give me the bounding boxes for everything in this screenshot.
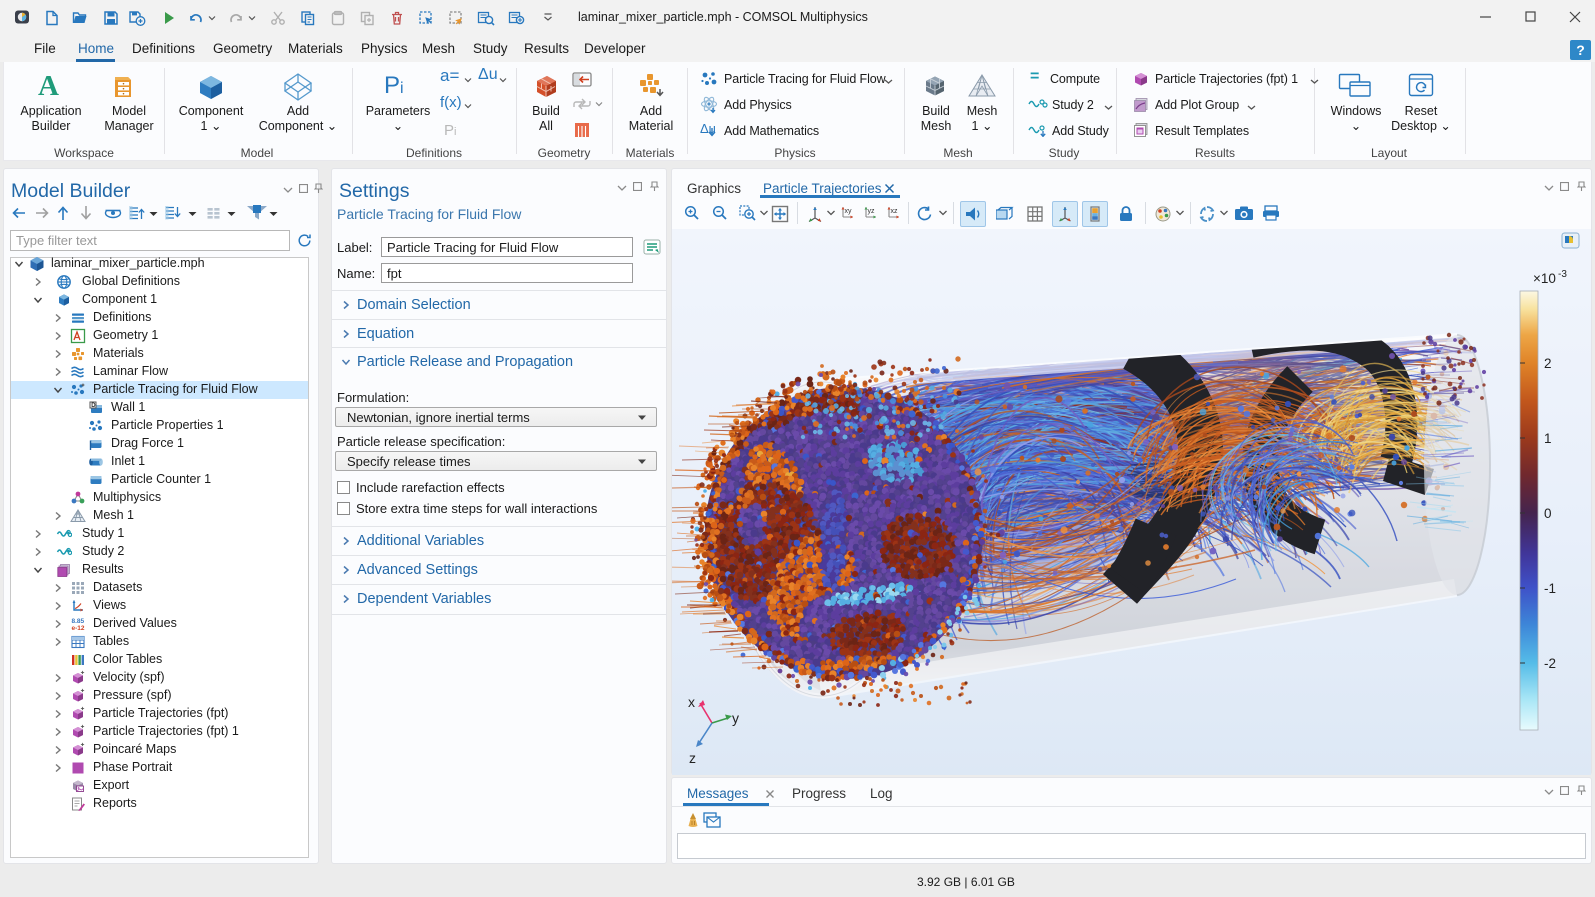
svg-text:x: x	[688, 694, 695, 710]
svg-text:1: 1	[1544, 431, 1552, 446]
svg-text:-1: -1	[1544, 581, 1556, 596]
svg-text:-3: -3	[1558, 269, 1567, 280]
svg-text:yz: yz	[868, 208, 876, 215]
svg-text:y: y	[732, 710, 739, 726]
svg-text:2: 2	[1544, 356, 1552, 371]
svg-text:8.85: 8.85	[72, 618, 85, 625]
svg-text:e-12: e-12	[72, 625, 85, 632]
svg-text:-2: -2	[1544, 656, 1556, 671]
svg-text:xy: xy	[845, 208, 853, 215]
svg-text:D: D	[91, 403, 96, 409]
svg-text:0: 0	[1544, 506, 1552, 521]
svg-text:xz: xz	[891, 208, 899, 215]
svg-text:×10: ×10	[1533, 271, 1556, 286]
svg-text:z: z	[689, 750, 696, 766]
